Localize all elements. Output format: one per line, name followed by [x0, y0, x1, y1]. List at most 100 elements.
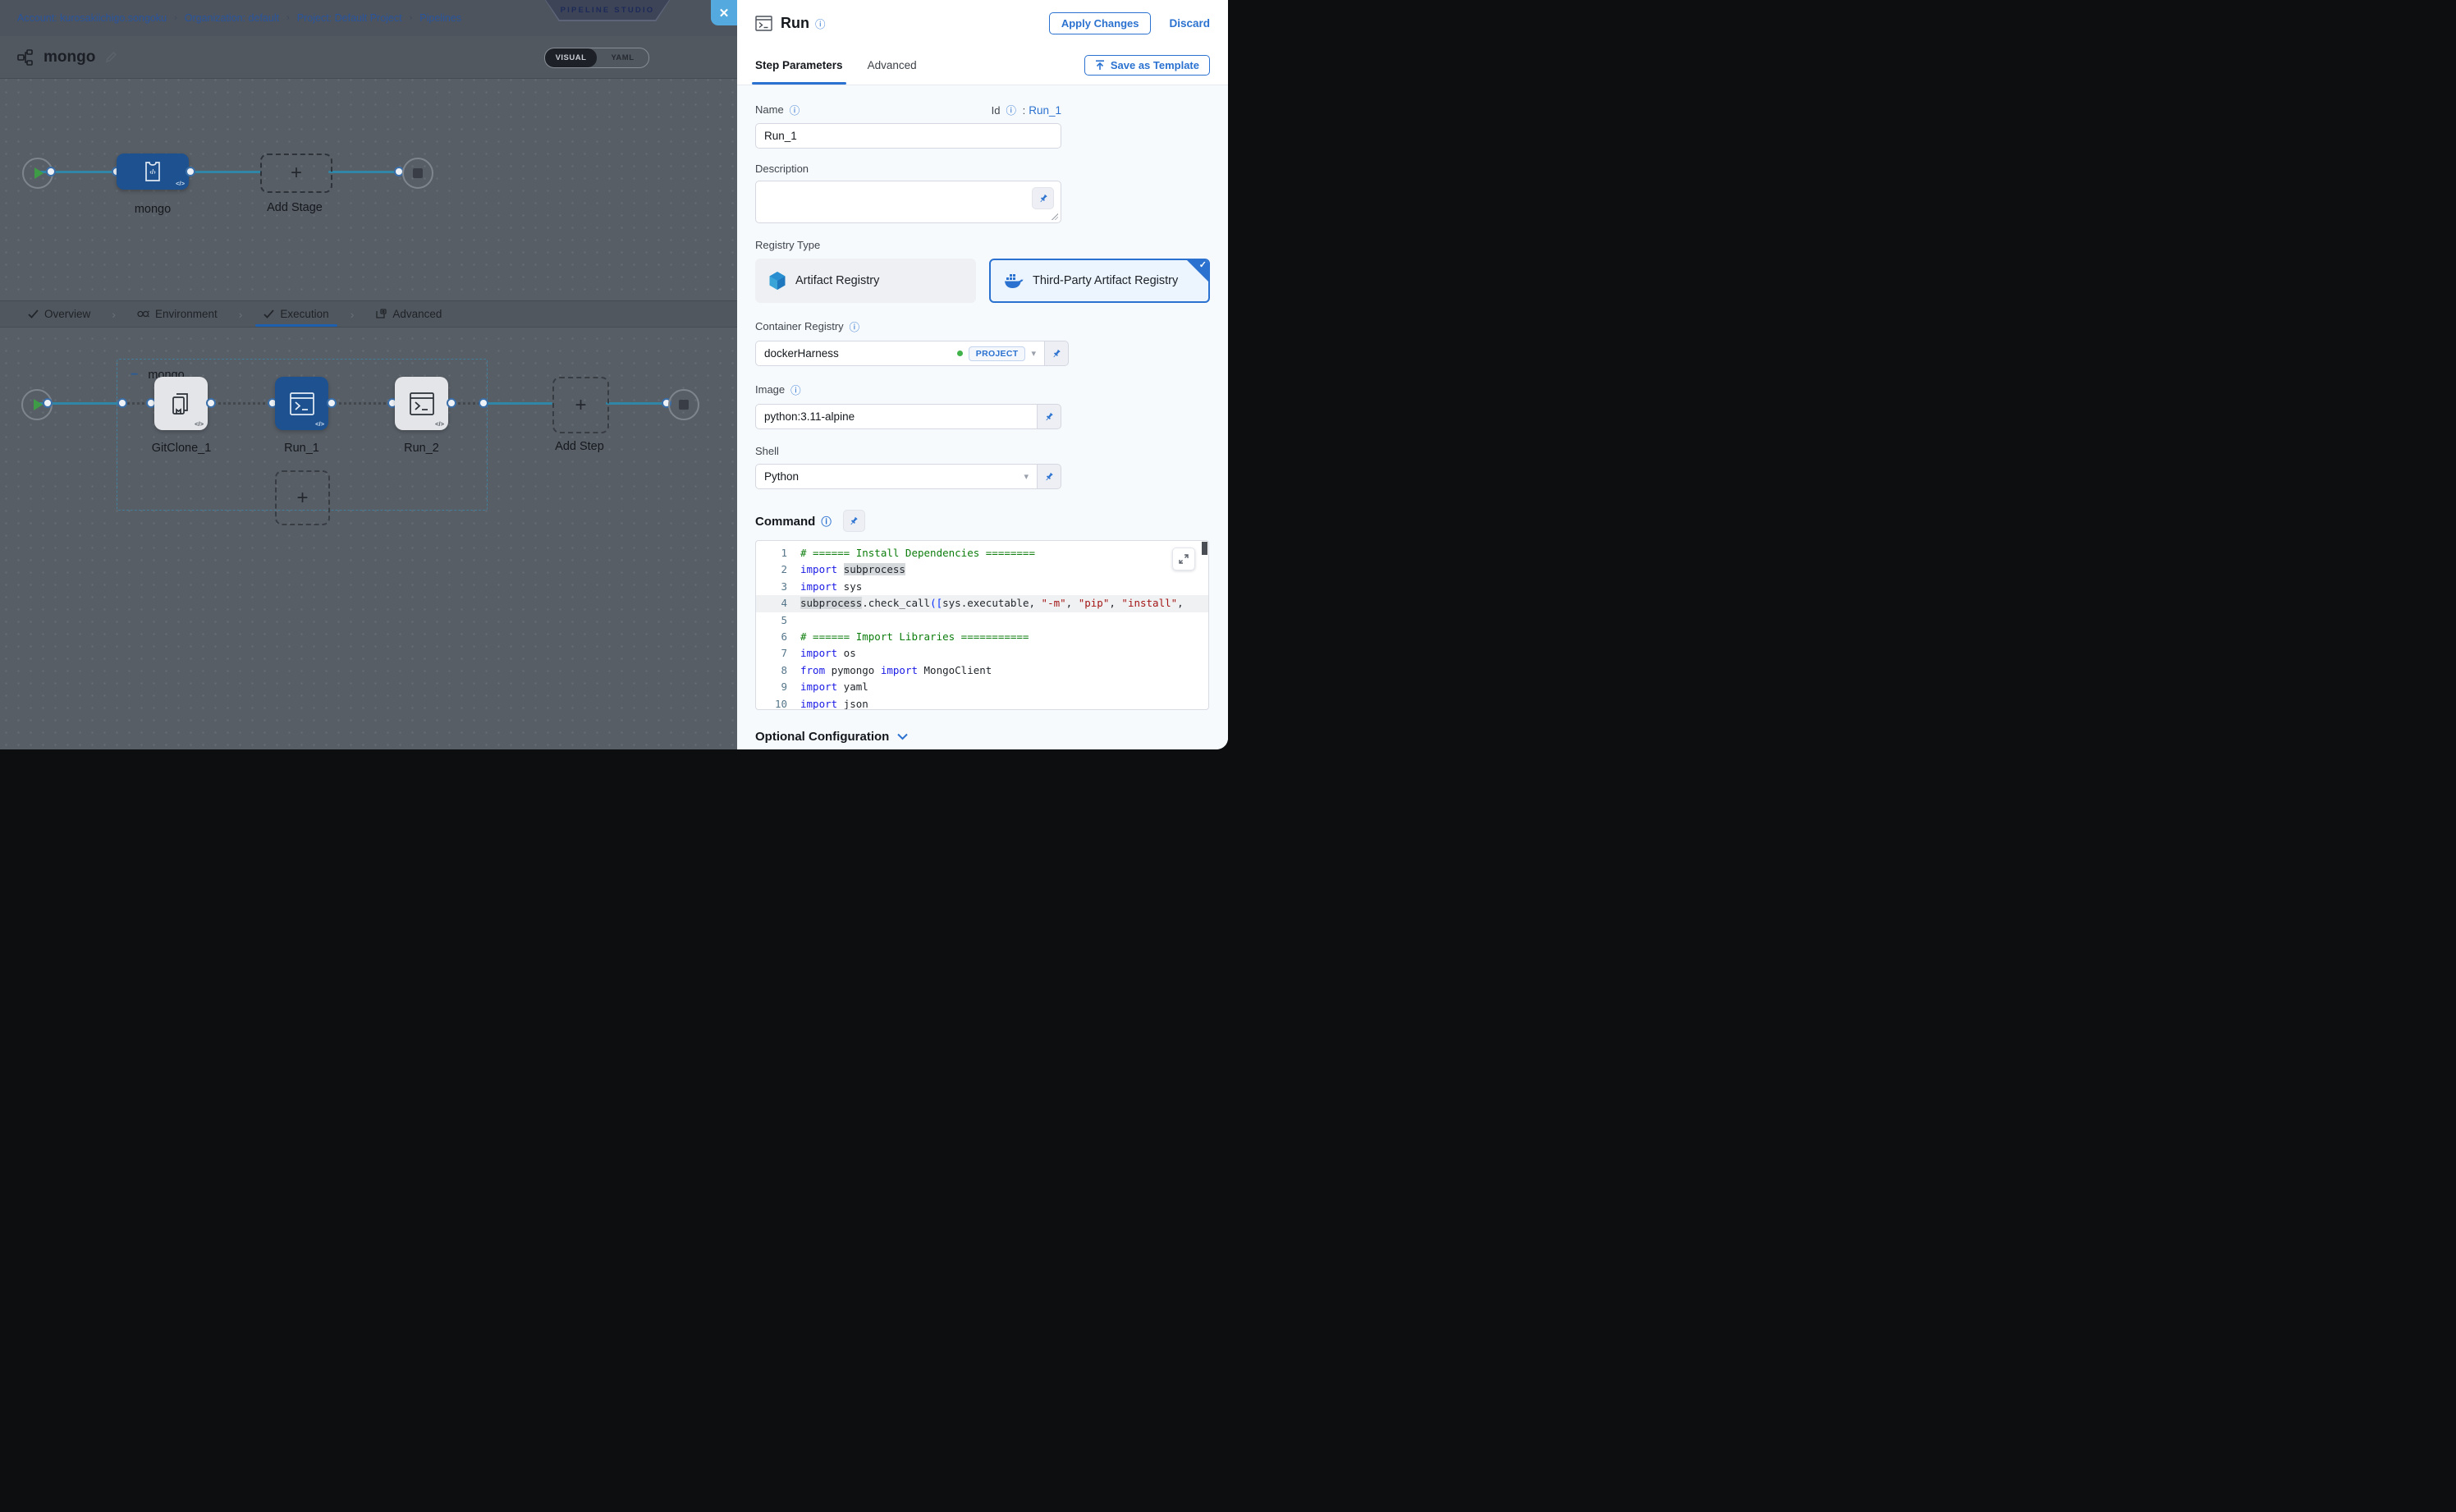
- tab-environment[interactable]: Environment: [134, 301, 221, 327]
- step-gitclone-1[interactable]: </>: [154, 377, 208, 430]
- chevron-down-icon[interactable]: ▾: [1031, 348, 1036, 359]
- registry-option-third-party-selected[interactable]: Third-Party Artifact Registry ✓: [989, 259, 1210, 303]
- breadcrumb-separator-icon: ›: [174, 13, 177, 23]
- info-icon[interactable]: ⓘ: [1006, 104, 1016, 117]
- line-number: 2: [756, 561, 800, 578]
- breadcrumb-item[interactable]: Organization: default: [185, 12, 279, 24]
- add-stage-label[interactable]: Add Stage: [259, 201, 331, 214]
- pin-icon: [1038, 194, 1048, 204]
- breadcrumb-item[interactable]: Project: Default Project: [297, 12, 402, 24]
- save-as-template-button[interactable]: Save as Template: [1084, 55, 1210, 76]
- docker-icon: [1004, 273, 1024, 289]
- breadcrumb-item[interactable]: Account: kurosakiichigo.songoku: [17, 12, 167, 24]
- tab-execution[interactable]: Execution: [260, 301, 332, 327]
- edge-dotted: [213, 402, 271, 405]
- code-line[interactable]: 5: [756, 612, 1208, 629]
- edge: [328, 171, 402, 173]
- collapse-group-button[interactable]: −: [131, 369, 138, 382]
- registry-option-artifact-registry[interactable]: Artifact Registry: [755, 259, 976, 303]
- info-icon[interactable]: ⓘ: [821, 515, 832, 528]
- editor-scrollbar[interactable]: [1202, 542, 1207, 707]
- tab-overview[interactable]: Overview: [25, 301, 94, 327]
- id-value[interactable]: Run_1: [1029, 104, 1061, 117]
- step-run-1-selected[interactable]: </>: [275, 377, 328, 430]
- pin-runtime-input-button[interactable]: [1032, 187, 1054, 209]
- code-line[interactable]: 8from pymongo import MongoClient: [756, 662, 1208, 679]
- connector-ring: [447, 398, 456, 408]
- step-run-2[interactable]: </>: [395, 377, 448, 430]
- terminal-icon: [755, 16, 772, 31]
- line-number: 3: [756, 579, 800, 595]
- name-input[interactable]: [755, 123, 1061, 149]
- info-icon[interactable]: ⓘ: [815, 16, 826, 31]
- code-line[interactable]: 10import json: [756, 696, 1208, 710]
- edge-dotted: [333, 402, 391, 405]
- edit-pipeline-name-icon[interactable]: [105, 51, 117, 63]
- pin-runtime-input-button[interactable]: [1037, 404, 1061, 429]
- step-config-panel: Run ⓘ Apply Changes Discard Step Paramet…: [737, 0, 1228, 749]
- pin-icon: [1052, 349, 1061, 359]
- edge-dotted: [453, 402, 480, 405]
- shell-select[interactable]: Python ▾: [755, 464, 1037, 489]
- step-label[interactable]: Run_1: [275, 442, 328, 455]
- breadcrumb[interactable]: Account: kurosakiichigo.songoku › Organiza…: [17, 12, 461, 24]
- info-icon[interactable]: ⓘ: [790, 102, 800, 117]
- resize-handle[interactable]: [1052, 213, 1058, 220]
- breadcrumb-item[interactable]: Pipelines: [419, 12, 461, 24]
- discard-button[interactable]: Discard: [1169, 17, 1210, 30]
- line-number: 6: [756, 629, 800, 645]
- edge: [606, 402, 665, 405]
- toggle-visual[interactable]: VISUAL: [545, 48, 597, 67]
- add-parallel-step-button[interactable]: +: [275, 470, 330, 525]
- code-line[interactable]: 9import yaml: [756, 679, 1208, 695]
- code-line[interactable]: 4subprocess.check_call([sys.executable, …: [756, 595, 1208, 612]
- optional-configuration-toggle[interactable]: Optional Configuration: [755, 730, 1210, 744]
- chevron-down-icon[interactable]: ▾: [1024, 471, 1029, 482]
- code-line[interactable]: 1# ====== Install Dependencies ========: [756, 545, 1208, 561]
- execution-graph: − mongo </> </>: [0, 300, 737, 749]
- step-label[interactable]: GitClone_1: [148, 442, 215, 455]
- close-panel-button[interactable]: ✕: [711, 0, 737, 25]
- plus-icon: +: [291, 163, 302, 183]
- scrollbar-thumb[interactable]: [1202, 542, 1207, 555]
- name-label: Nameⓘ: [755, 102, 800, 117]
- expand-editor-button[interactable]: [1172, 548, 1195, 570]
- add-step-button[interactable]: +: [552, 377, 609, 433]
- pin-icon: [1044, 412, 1054, 422]
- pin-runtime-input-button[interactable]: [1037, 464, 1061, 489]
- tab-step-parameters[interactable]: Step Parameters: [755, 46, 843, 85]
- code-line[interactable]: 2import subprocess: [756, 561, 1208, 578]
- code-line[interactable]: 7import os: [756, 645, 1208, 662]
- code-text: subprocess.check_call([sys.executable, "…: [800, 595, 1184, 612]
- code-line[interactable]: 6# ====== Import Libraries ===========: [756, 629, 1208, 645]
- command-code-editor[interactable]: 1# ====== Install Dependencies ========2…: [755, 540, 1209, 710]
- pin-runtime-input-button[interactable]: [1044, 341, 1069, 366]
- add-stage-button[interactable]: +: [260, 153, 332, 193]
- stage-label[interactable]: mongo: [117, 203, 189, 216]
- pipeline-tabs: Overview › Environment › Execution › Adv…: [0, 300, 737, 328]
- tab-advanced[interactable]: Advanced: [868, 46, 917, 85]
- execution-end-node[interactable]: [668, 389, 699, 420]
- stage-node-mongo[interactable]: ‹/› </>: [117, 153, 189, 190]
- toggle-yaml[interactable]: YAML: [597, 48, 648, 67]
- line-number: 4: [756, 595, 800, 612]
- pin-runtime-input-button[interactable]: [843, 510, 865, 532]
- step-label[interactable]: Run_2: [395, 442, 448, 455]
- image-input[interactable]: python:3.11-alpine: [755, 404, 1037, 429]
- visual-yaml-toggle[interactable]: VISUAL YAML: [544, 48, 649, 68]
- pipeline-end-node[interactable]: [402, 158, 433, 189]
- info-icon[interactable]: ⓘ: [790, 382, 801, 397]
- code-text: # ====== Import Libraries ===========: [800, 629, 1029, 645]
- info-icon[interactable]: ⓘ: [850, 318, 860, 334]
- line-number: 1: [756, 545, 800, 561]
- add-step-label[interactable]: Add Step: [545, 440, 614, 453]
- code-text: import os: [800, 645, 856, 662]
- code-line[interactable]: 3import sys: [756, 579, 1208, 595]
- tab-advanced[interactable]: Advanced: [372, 301, 445, 327]
- plus-icon: +: [296, 488, 308, 508]
- container-registry-select[interactable]: dockerHarness PROJECT ▾: [755, 341, 1044, 366]
- description-textarea[interactable]: [755, 181, 1061, 223]
- apply-changes-button[interactable]: Apply Changes: [1049, 12, 1152, 34]
- selected-corner: ✓: [1185, 259, 1210, 283]
- step-type-title: Run: [781, 15, 809, 32]
